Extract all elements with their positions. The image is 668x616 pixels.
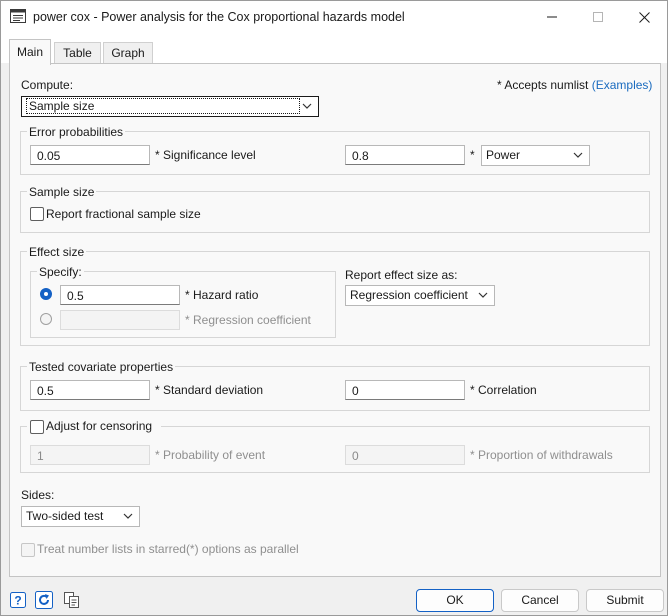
- sides-label: Sides:: [21, 488, 55, 502]
- minimize-button[interactable]: [529, 1, 575, 33]
- reset-icon: [35, 591, 53, 609]
- chevron-down-icon: [302, 103, 312, 109]
- close-icon: [638, 11, 650, 23]
- fractional-sample-size-label: Report fractional sample size: [46, 207, 201, 221]
- regression-coefficient-radio[interactable]: [40, 313, 52, 325]
- power-star-label: *: [470, 148, 475, 162]
- svg-text:?: ?: [14, 594, 21, 608]
- power-type-select[interactable]: Power: [481, 145, 590, 166]
- submit-button[interactable]: Submit: [586, 589, 664, 612]
- power-type-value: Power: [486, 148, 521, 162]
- report-effect-size-label: Report effect size as:: [345, 268, 458, 282]
- chevron-down-icon: [123, 513, 133, 519]
- standard-deviation-label: * Standard deviation: [155, 383, 264, 397]
- probability-of-event-input[interactable]: 1: [30, 445, 150, 465]
- hazard-ratio-label: * Hazard ratio: [185, 288, 259, 302]
- significance-level-input[interactable]: 0.05: [30, 145, 150, 165]
- title-bar: power cox - Power analysis for the Cox p…: [1, 1, 667, 33]
- specify-title: Specify:: [37, 265, 84, 279]
- censoring-checkbox[interactable]: [30, 420, 44, 434]
- sample-size-title: Sample size: [27, 185, 97, 199]
- compute-select-value: Sample size: [26, 98, 300, 114]
- maximize-button[interactable]: [575, 1, 621, 33]
- withdrawals-input[interactable]: 0: [345, 445, 465, 465]
- cancel-button[interactable]: Cancel: [501, 589, 579, 612]
- ok-button[interactable]: OK: [416, 589, 494, 612]
- effect-size-title: Effect size: [27, 245, 87, 259]
- copy-icon: [64, 592, 79, 608]
- numlist-note: * Accepts numlist (Examples): [497, 78, 653, 92]
- tab-graph[interactable]: Graph: [103, 42, 153, 64]
- censoring-title: Adjust for censoring: [46, 419, 153, 433]
- chevron-down-icon: [478, 292, 488, 298]
- examples-link[interactable]: (Examples): [592, 78, 653, 92]
- parallel-checkbox[interactable]: [21, 543, 35, 557]
- chevron-down-icon: [573, 152, 583, 158]
- help-icon: ?: [10, 592, 26, 608]
- close-button[interactable]: [621, 1, 667, 33]
- error-probabilities-title: Error probabilities: [27, 125, 126, 139]
- power-input[interactable]: 0.8: [345, 145, 465, 165]
- maximize-icon: [593, 12, 603, 22]
- probability-of-event-label: * Probability of event: [155, 448, 266, 462]
- standard-deviation-input[interactable]: 0.5: [30, 380, 150, 400]
- copy-button[interactable]: [61, 589, 83, 611]
- hazard-ratio-input[interactable]: 0.5: [60, 285, 180, 305]
- regression-coefficient-input[interactable]: [60, 310, 180, 330]
- window-title: power cox - Power analysis for the Cox p…: [33, 10, 405, 24]
- reset-button[interactable]: [33, 589, 55, 611]
- sides-select-value: Two-sided test: [26, 509, 104, 523]
- correlation-label: * Correlation: [470, 383, 537, 397]
- compute-label: Compute:: [21, 78, 74, 92]
- sides-select[interactable]: Two-sided test: [21, 506, 140, 527]
- parallel-label: Treat number lists in starred(*) options…: [37, 542, 299, 556]
- help-button[interactable]: ?: [7, 589, 29, 611]
- compute-select[interactable]: Sample size: [21, 96, 319, 117]
- regression-coefficient-label: * Regression coefficient: [185, 313, 311, 327]
- dialog-icon: [10, 9, 26, 23]
- significance-level-label: * Significance level: [155, 148, 256, 162]
- report-effect-size-value: Regression coefficient: [350, 288, 468, 302]
- report-effect-size-select[interactable]: Regression coefficient: [345, 285, 495, 306]
- tab-table[interactable]: Table: [54, 42, 101, 64]
- fractional-sample-size-checkbox[interactable]: [30, 207, 44, 221]
- correlation-input[interactable]: 0: [345, 380, 465, 400]
- minimize-icon: [547, 16, 557, 18]
- withdrawals-label: * Proportion of withdrawals: [470, 448, 613, 462]
- dialog-window: power cox - Power analysis for the Cox p…: [0, 0, 668, 616]
- covariate-title: Tested covariate properties: [27, 360, 176, 374]
- tab-main[interactable]: Main: [9, 39, 51, 65]
- hazard-ratio-radio[interactable]: [40, 288, 52, 300]
